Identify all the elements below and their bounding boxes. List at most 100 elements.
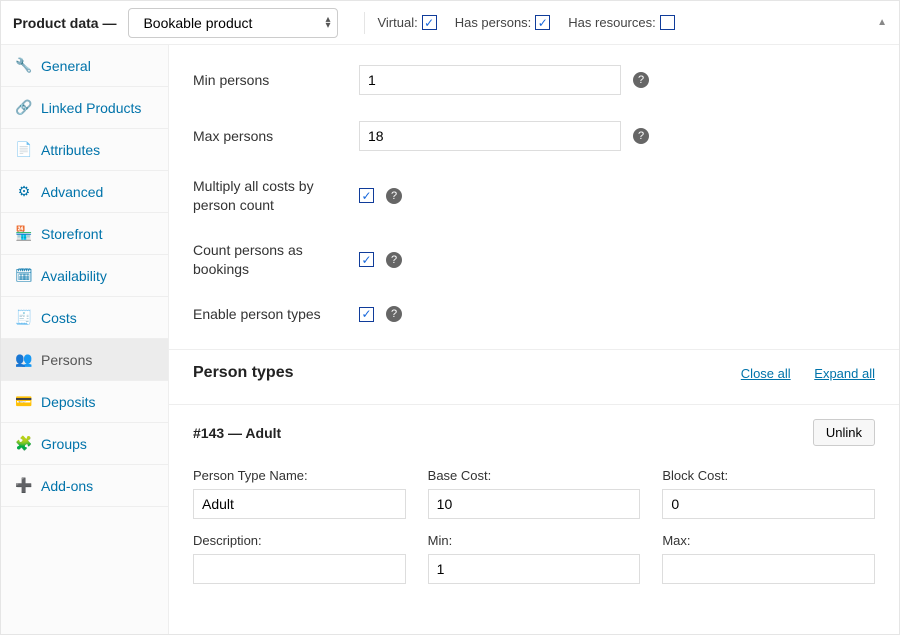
tab-advanced[interactable]: ⚙ Advanced — [1, 171, 168, 213]
virtual-option: Virtual: — [377, 15, 440, 30]
person-types-heading: Person types — [193, 364, 293, 382]
panel-body: 🔧 General 🔗 Linked Products 📄 Attributes ⚙ A… — [1, 45, 899, 634]
person-types-header: Person types Close all Expand all — [193, 364, 875, 382]
has-persons-checkbox[interactable] — [535, 15, 550, 30]
help-icon[interactable]: ? — [386, 252, 402, 268]
multiply-row: Multiply all costs by person count ? — [193, 177, 875, 215]
pt-block-cost-input[interactable] — [662, 489, 875, 519]
min-persons-input[interactable] — [359, 65, 621, 95]
has-resources-checkbox[interactable] — [660, 15, 675, 30]
count-label: Count persons as bookings — [193, 241, 359, 279]
tab-addons[interactable]: ➕ Add-ons — [1, 465, 168, 507]
pt-base-cost-field: Base Cost: — [428, 468, 641, 519]
person-type-card-header: #143 — Adult Unlink — [193, 419, 875, 446]
help-icon[interactable]: ? — [386, 306, 402, 322]
divider — [169, 404, 899, 405]
pt-min-label: Min: — [428, 533, 641, 548]
tab-deposits[interactable]: 💳 Deposits — [1, 381, 168, 423]
tab-general[interactable]: 🔧 General — [1, 45, 168, 87]
unlink-button[interactable]: Unlink — [813, 419, 875, 446]
tab-label: General — [41, 58, 91, 74]
enable-types-row: Enable person types ? — [193, 305, 875, 324]
has-resources-option: Has resources: — [568, 15, 678, 30]
tab-label: Availability — [41, 268, 107, 284]
person-types-links: Close all Expand all — [721, 366, 875, 381]
has-persons-option: Has persons: — [455, 15, 555, 30]
tab-label: Storefront — [41, 226, 102, 242]
enable-types-checkbox[interactable] — [359, 307, 374, 322]
pt-block-cost-field: Block Cost: — [662, 468, 875, 519]
close-all-link[interactable]: Close all — [741, 366, 791, 381]
tab-label: Groups — [41, 436, 87, 452]
wrench-icon: 🔧 — [15, 57, 33, 74]
tab-linked-products[interactable]: 🔗 Linked Products — [1, 87, 168, 129]
product-type-select[interactable]: Bookable product — [128, 8, 338, 38]
pt-name-label: Person Type Name: — [193, 468, 406, 483]
person-type-grid: Person Type Name: Base Cost: Block Cost:… — [193, 468, 875, 584]
has-resources-label: Has resources: — [568, 15, 655, 30]
tab-persons[interactable]: 👥 Persons — [1, 339, 168, 381]
person-type-title: #143 — Adult — [193, 425, 281, 441]
tab-label: Advanced — [41, 184, 103, 200]
min-persons-label: Min persons — [193, 71, 359, 90]
pt-name-input[interactable] — [193, 489, 406, 519]
tab-label: Deposits — [41, 394, 95, 410]
pt-base-cost-input[interactable] — [428, 489, 641, 519]
has-persons-label: Has persons: — [455, 15, 532, 30]
puzzle-icon: 🧩 — [15, 435, 33, 452]
divider — [364, 12, 365, 34]
person-type-card: #143 — Adult Unlink Person Type Name: Ba… — [193, 419, 875, 584]
help-icon[interactable]: ? — [633, 72, 649, 88]
tab-availability[interactable]: 🗓 Availability — [1, 255, 168, 297]
gear-icon: ⚙ — [15, 183, 33, 200]
pt-block-cost-label: Block Cost: — [662, 468, 875, 483]
multiply-label: Multiply all costs by person count — [193, 177, 359, 215]
calendar-icon: 🗓 — [15, 267, 33, 284]
tab-label: Add-ons — [41, 478, 93, 494]
link-icon: 🔗 — [15, 99, 33, 116]
pt-name-field: Person Type Name: — [193, 468, 406, 519]
pt-min-field: Min: — [428, 533, 641, 584]
product-data-panel: Product data — Bookable product ▴▾ Virtu… — [0, 0, 900, 635]
store-icon: 🏪 — [15, 225, 33, 242]
pt-max-field: Max: — [662, 533, 875, 584]
tab-storefront[interactable]: 🏪 Storefront — [1, 213, 168, 255]
pt-min-input[interactable] — [428, 554, 641, 584]
panel-title: Product data — — [13, 15, 116, 31]
tab-attributes[interactable]: 📄 Attributes — [1, 129, 168, 171]
tab-label: Persons — [41, 352, 92, 368]
tab-label: Costs — [41, 310, 77, 326]
persons-icon: 👥 — [15, 351, 33, 368]
divider — [169, 349, 899, 350]
expand-all-link[interactable]: Expand all — [814, 366, 875, 381]
collapse-panel-icon[interactable]: ▲ — [877, 17, 887, 28]
virtual-checkbox[interactable] — [422, 15, 437, 30]
product-type-select-wrap: Bookable product ▴▾ — [128, 8, 338, 38]
pt-description-input[interactable] — [193, 554, 406, 584]
max-persons-row: Max persons ? — [193, 121, 875, 151]
enable-types-label: Enable person types — [193, 305, 359, 324]
count-checkbox[interactable] — [359, 252, 374, 267]
panel-header: Product data — Bookable product ▴▾ Virtu… — [1, 1, 899, 45]
help-icon[interactable]: ? — [633, 128, 649, 144]
help-icon[interactable]: ? — [386, 188, 402, 204]
min-persons-row: Min persons ? — [193, 65, 875, 95]
pt-base-cost-label: Base Cost: — [428, 468, 641, 483]
tab-label: Linked Products — [41, 100, 141, 116]
tab-groups[interactable]: 🧩 Groups — [1, 423, 168, 465]
card-icon: 💳 — [15, 393, 33, 410]
count-row: Count persons as bookings ? — [193, 241, 875, 279]
pt-max-input[interactable] — [662, 554, 875, 584]
plus-icon: ➕ — [15, 477, 33, 494]
virtual-label: Virtual: — [377, 15, 417, 30]
multiply-checkbox[interactable] — [359, 188, 374, 203]
receipt-icon: 🧾 — [15, 309, 33, 326]
max-persons-label: Max persons — [193, 127, 359, 146]
document-icon: 📄 — [15, 141, 33, 158]
tab-content: Min persons ? Max persons ? Multiply all… — [169, 45, 899, 634]
max-persons-input[interactable] — [359, 121, 621, 151]
pt-description-label: Description: — [193, 533, 406, 548]
tab-label: Attributes — [41, 142, 100, 158]
tab-costs[interactable]: 🧾 Costs — [1, 297, 168, 339]
tab-list: 🔧 General 🔗 Linked Products 📄 Attributes ⚙ A… — [1, 45, 169, 634]
